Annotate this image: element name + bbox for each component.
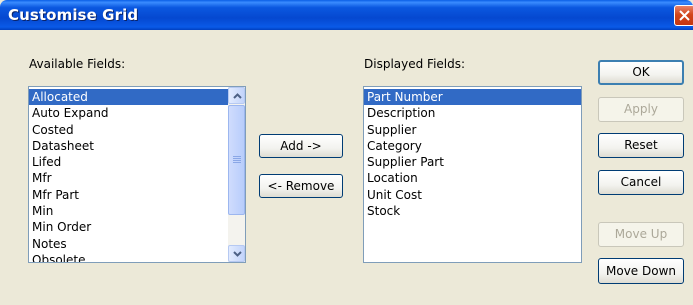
list-item[interactable]: Stock [364,203,581,219]
ok-button-label: OK [632,65,650,79]
title-bar[interactable]: Customise Grid [0,0,693,30]
remove-button-label: <- Remove [267,179,335,193]
add-button[interactable]: Add -> [259,134,343,158]
list-item[interactable]: Notes [29,236,228,252]
reset-button[interactable]: Reset [598,133,684,158]
list-item[interactable]: Category [364,138,581,154]
list-item[interactable]: Datasheet [29,138,228,154]
close-button[interactable] [674,5,693,26]
displayed-fields-label: Displayed Fields: [364,57,466,71]
list-item[interactable]: Auto Expand [29,105,228,121]
available-fields-label: Available Fields: [29,57,126,71]
list-item[interactable]: Min [29,203,228,219]
chevron-down-icon [233,251,242,257]
list-item[interactable]: Part Number [364,89,581,106]
list-item[interactable]: Supplier [364,122,581,138]
scroll-thumb[interactable] [228,105,245,215]
close-icon [679,10,690,21]
scroll-up-button[interactable] [228,87,245,104]
displayed-fields-list[interactable]: Part Number Description Supplier Category Su… [363,86,582,263]
ok-button[interactable]: OK [598,60,684,85]
cancel-button-label: Cancel [620,175,662,189]
reset-button-label: Reset [624,138,658,152]
move-down-button[interactable]: Move Down [598,258,684,284]
list-item[interactable]: Location [364,170,581,186]
move-up-button[interactable]: Move Up [598,222,684,247]
list-item[interactable]: Supplier Part [364,154,581,170]
scroll-down-button[interactable] [228,245,245,262]
list-item[interactable]: Costed [29,122,228,138]
list-item[interactable]: Mfr Part [29,187,228,203]
available-fields-scrollbar[interactable] [228,87,245,262]
window-title: Customise Grid [8,6,139,24]
apply-button[interactable]: Apply [598,97,684,122]
move-down-button-label: Move Down [606,264,676,278]
apply-button-label: Apply [624,102,658,116]
add-button-label: Add -> [280,139,322,153]
move-up-button-label: Move Up [614,227,668,241]
chevron-up-icon [233,93,242,99]
list-item[interactable]: Allocated [29,89,228,106]
customise-grid-dialog: Customise Grid Available Fields: Allocat… [0,0,693,305]
list-item[interactable]: Unit Cost [364,187,581,203]
available-fields-list[interactable]: Allocated Auto Expand Costed Datasheet Lifed… [28,86,246,263]
list-item[interactable]: Lifed [29,154,228,170]
list-item[interactable]: Min Order [29,219,228,235]
cancel-button[interactable]: Cancel [598,170,684,195]
list-item[interactable]: Mfr [29,170,228,186]
remove-button[interactable]: <- Remove [259,174,343,198]
list-item[interactable]: Obsolete [29,252,228,262]
list-item[interactable]: Description [364,105,581,121]
